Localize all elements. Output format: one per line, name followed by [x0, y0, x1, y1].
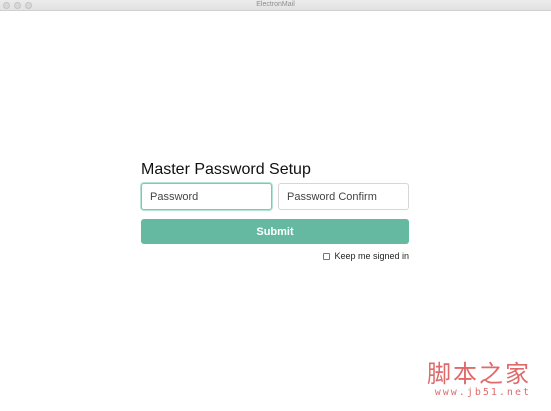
keep-signed-in-checkbox[interactable]: [323, 252, 331, 260]
app-window: ElectronMail Master Password Setup Submi…: [0, 0, 551, 411]
password-input[interactable]: [141, 183, 272, 210]
master-password-form: Master Password Setup Submit Keep me sig…: [141, 160, 409, 261]
watermark-logo: 脚本之家 www.jb51.net: [427, 361, 531, 399]
window-title: ElectronMail: [256, 1, 295, 8]
keep-signed-in-label: Keep me signed in: [334, 251, 409, 261]
keep-signed-in-option[interactable]: Keep me signed in: [323, 251, 409, 261]
watermark-text: 脚本之家: [427, 360, 531, 388]
watermark-url: www.jb51.net: [434, 387, 531, 398]
password-confirm-input[interactable]: [278, 183, 409, 210]
page-title: Master Password Setup: [141, 161, 311, 178]
password-fields: [141, 183, 409, 210]
title-bar: ElectronMail: [0, 0, 551, 11]
submit-button[interactable]: Submit: [141, 219, 409, 244]
